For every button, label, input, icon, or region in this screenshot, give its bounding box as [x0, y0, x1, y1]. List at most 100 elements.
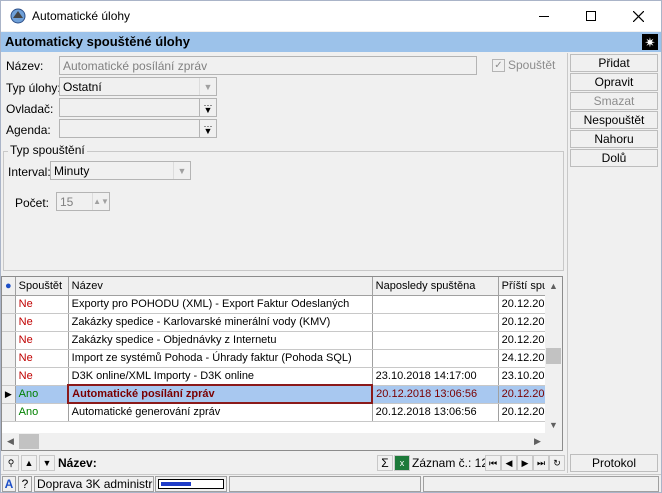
row-indicator: [2, 295, 16, 314]
typ-value: Ostatní: [63, 80, 102, 94]
table-row[interactable]: Ne Zakázky spedice - Objednávky z Intern…: [2, 331, 561, 350]
naposledy-cell: [372, 349, 499, 368]
naposledy-cell: [372, 295, 499, 314]
scroll-down-icon[interactable]: ▼: [545, 416, 562, 433]
progress-indicator: [158, 479, 224, 489]
help-icon[interactable]: ?: [18, 476, 32, 492]
excel-icon[interactable]: x: [394, 455, 410, 471]
opravit-button[interactable]: Opravit: [570, 73, 658, 91]
spoustet-cell: Ne: [15, 295, 69, 314]
scroll-up-icon[interactable]: ▲: [545, 277, 562, 294]
ovladac-label: Ovladač:: [6, 102, 54, 116]
window-title: Automatické úlohy: [32, 9, 131, 23]
sort-down-icon[interactable]: ▼: [39, 455, 55, 471]
nazev-cell: Exporty pro POHODU (XML) - Export Faktur…: [68, 295, 373, 314]
spoustet-cell: Ne: [15, 349, 69, 368]
row-indicator: [2, 367, 16, 386]
search-label: Název:: [58, 456, 97, 470]
typ-combo[interactable]: Ostatní ▼: [59, 77, 217, 96]
form-caption: Automaticky spouštěné úlohy ✷: [1, 32, 661, 52]
first-record-icon[interactable]: ⏮: [485, 455, 501, 471]
maximize-button[interactable]: [568, 1, 614, 31]
column-header[interactable]: Naposledy spuštěna: [372, 277, 499, 296]
indicator-header: ●: [2, 277, 16, 296]
spoustet-cell: Ano: [15, 385, 69, 404]
language-icon[interactable]: A: [2, 476, 16, 492]
scroll-thumb[interactable]: [546, 348, 561, 364]
sum-icon[interactable]: Σ: [377, 455, 393, 471]
nahoru-button[interactable]: Nahoru: [570, 130, 658, 148]
gear-icon[interactable]: ✷: [642, 34, 658, 50]
row-indicator: [2, 349, 16, 368]
table-row[interactable]: Ne Import ze systémů Pohoda - Úhrady fak…: [2, 349, 561, 368]
table-row-selected[interactable]: ▶ Ano Automatické posílání zpráv 20.12.2…: [2, 384, 561, 404]
naposledy-cell: [372, 313, 499, 332]
title-bar[interactable]: Automatické úlohy: [1, 1, 661, 31]
search-icon[interactable]: ⚲: [3, 455, 19, 471]
pocet-spinner[interactable]: 15 ▲▼: [56, 192, 110, 211]
naposledy-cell: 20.12.2018 13:06:56: [372, 385, 499, 404]
nazev-cell: Automatické posílání zpráv: [67, 384, 374, 404]
agenda-field[interactable]: ··· ▼: [59, 119, 217, 138]
ovladac-field[interactable]: ··· ▼: [59, 98, 217, 117]
table-row[interactable]: Ne Exporty pro POHODU (XML) - Export Fak…: [2, 295, 561, 314]
protokol-button[interactable]: Protokol: [570, 454, 658, 472]
typ-label: Typ úlohy:: [6, 81, 61, 95]
minimize-button[interactable]: [521, 1, 567, 31]
close-icon: [632, 10, 644, 22]
vertical-scrollbar[interactable]: ▲ ▼: [545, 277, 562, 450]
spoustet-cell: Ne: [15, 313, 69, 332]
dot-icon: ●: [5, 279, 12, 292]
refresh-icon[interactable]: ↻: [549, 455, 565, 471]
tasks-table: ● Spouštět Název Naposledy spuštěna Příš…: [2, 277, 561, 422]
lookup-icon[interactable]: ··· ▼: [199, 120, 216, 137]
navigator-bar: ⚲ ▲ ▼ Název: Σ x Záznam č.: 12 ⏮ ◀ ▶ ⏭ ↻: [1, 453, 567, 474]
lookup-icon[interactable]: ··· ▼: [199, 99, 216, 116]
smazat-button[interactable]: Smazat: [570, 92, 658, 110]
table-row[interactable]: Ne D3K online/XML Importy - D3K online 2…: [2, 367, 561, 386]
spoustet-label: Spouštět: [508, 58, 556, 72]
column-header[interactable]: Název: [68, 277, 373, 296]
interval-value: Minuty: [54, 164, 90, 178]
pocet-value: 15: [60, 195, 74, 209]
status-panel: [229, 476, 421, 492]
record-counter: Záznam č.: 12: [412, 456, 489, 470]
nazev-field[interactable]: Automatické posílání zpráv: [59, 56, 477, 75]
nespoustet-button[interactable]: Nespouštět: [570, 111, 658, 129]
column-header[interactable]: Spouštět: [15, 277, 69, 296]
horizontal-scrollbar[interactable]: ◀ ▶: [2, 433, 547, 450]
user-name: Doprava 3K administr: [34, 476, 154, 492]
dolu-button[interactable]: Dolů: [570, 149, 658, 167]
sort-up-icon[interactable]: ▲: [21, 455, 37, 471]
nazev-cell: Automatické generování zpráv: [68, 403, 373, 422]
nazev-cell: D3K online/XML Importy - D3K online: [68, 367, 373, 386]
group-title: Typ spouštění: [8, 143, 87, 157]
table-row[interactable]: Ne Zakázky spedice - Karlovarské minerál…: [2, 313, 561, 332]
close-button[interactable]: [615, 1, 661, 31]
spinner-icon[interactable]: ▲▼: [92, 193, 109, 210]
row-indicator: [2, 313, 16, 332]
chevron-down-icon[interactable]: ▼: [199, 78, 216, 95]
pridat-button[interactable]: Přidat: [570, 54, 658, 72]
table-row[interactable]: Ano Automatické generování zpráv 20.12.2…: [2, 403, 561, 422]
spoustet-checkbox[interactable]: ✓ Spouštět: [492, 58, 555, 72]
tasks-grid[interactable]: ● Spouštět Název Naposledy spuštěna Příš…: [1, 276, 563, 451]
last-record-icon[interactable]: ⏭: [533, 455, 549, 471]
maximize-icon: [586, 11, 596, 21]
spoustet-cell: Ne: [15, 331, 69, 350]
chevron-down-icon[interactable]: ▼: [173, 162, 190, 179]
naposledy-cell: 23.10.2018 14:17:00: [372, 367, 499, 386]
nazev-label: Název:: [6, 59, 44, 73]
scroll-right-icon[interactable]: ▶: [529, 433, 546, 450]
prev-record-icon[interactable]: ◀: [501, 455, 517, 471]
interval-combo[interactable]: Minuty ▼: [50, 161, 191, 180]
scroll-left-icon[interactable]: ◀: [2, 433, 19, 450]
nazev-cell: Import ze systémů Pohoda - Úhrady faktur…: [68, 349, 373, 368]
next-record-icon[interactable]: ▶: [517, 455, 533, 471]
scroll-thumb[interactable]: [19, 434, 39, 449]
interval-label: Interval:: [8, 165, 51, 179]
naposledy-cell: [372, 331, 499, 350]
row-indicator: ▶: [2, 385, 16, 404]
status-panel: [423, 476, 659, 492]
current-row-icon: ▶: [4, 389, 12, 399]
